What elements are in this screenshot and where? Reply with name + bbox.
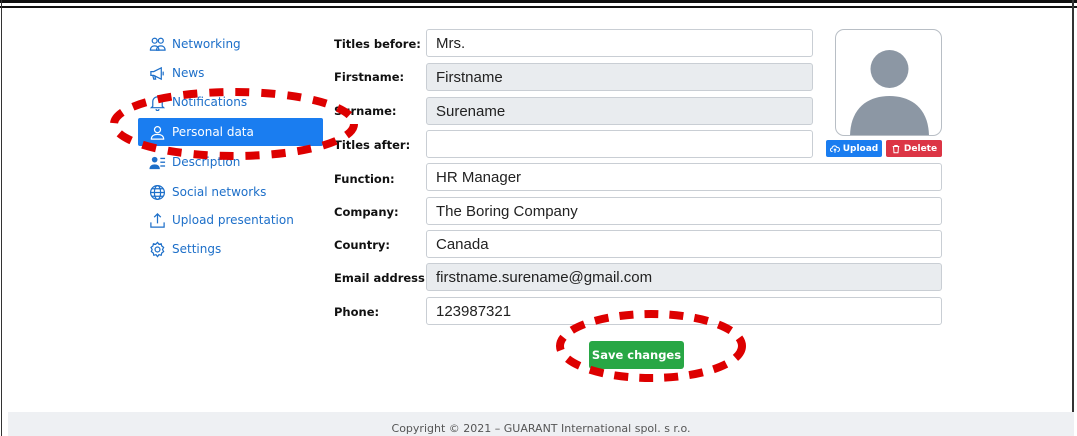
sidebar-item-networking[interactable]: Networking	[148, 31, 241, 57]
company-field[interactable]: The Boring Company	[426, 197, 942, 225]
sidebar-item-label: Description	[172, 155, 241, 169]
sidebar-item-label: Social networks	[172, 185, 267, 199]
sidebar-item-settings[interactable]: Settings	[148, 236, 221, 262]
sidebar-item-notifications[interactable]: Notifications	[148, 89, 247, 115]
top-border-secondary	[0, 6, 1077, 8]
save-changes-button[interactable]: Save changes	[589, 341, 684, 369]
sidebar-item-social-networks[interactable]: Social networks	[148, 179, 266, 205]
footer: Copyright © 2021 – GUARANT International…	[8, 412, 1074, 436]
cloud-upload-icon	[829, 144, 840, 153]
people-icon	[148, 35, 166, 53]
person-icon	[148, 123, 166, 141]
top-border	[0, 0, 1077, 3]
sidebar-item-label: Upload presentation	[172, 213, 294, 227]
sidebar-item-label: Personal data	[172, 125, 254, 139]
sidebar-item-description[interactable]: Description	[148, 149, 240, 175]
upload-label: Upload	[842, 143, 879, 154]
country-label: Country:	[334, 238, 390, 252]
sidebar-item-label: Notifications	[172, 95, 248, 109]
titles-before-label: Titles before:	[334, 37, 421, 51]
function-field[interactable]: HR Manager	[426, 163, 942, 191]
sidebar-item-personal-data[interactable]: Personal data	[138, 118, 323, 146]
surname-label: Surname:	[334, 104, 397, 118]
gear-icon	[148, 240, 166, 258]
delete-photo-button[interactable]: Delete	[886, 140, 942, 157]
upload-icon	[148, 211, 166, 229]
country-field[interactable]: Canada	[426, 230, 942, 258]
email-label: Email address:	[334, 271, 430, 285]
phone-label: Phone:	[334, 305, 380, 319]
sidebar-item-label: Settings	[172, 242, 222, 256]
titles-after-field[interactable]	[426, 130, 813, 158]
copyright-text: Copyright © 2021 – GUARANT International…	[391, 422, 691, 435]
titles-before-field[interactable]: Mrs.	[426, 29, 813, 57]
avatar	[835, 29, 942, 136]
bell-icon	[148, 93, 166, 111]
function-label: Function:	[334, 172, 395, 186]
megaphone-icon	[148, 64, 166, 82]
phone-field[interactable]: 123987321	[426, 297, 942, 325]
globe-icon	[148, 183, 166, 201]
sidebar-item-label: Networking	[172, 37, 241, 51]
trash-icon	[892, 144, 900, 153]
surname-field[interactable]: Surename	[426, 97, 813, 125]
sidebar-item-news[interactable]: News	[148, 60, 204, 86]
firstname-field[interactable]: Firstname	[426, 63, 813, 91]
sidebar-item-upload-presentation[interactable]: Upload presentation	[148, 207, 294, 233]
titles-after-label: Titles after:	[334, 138, 411, 152]
email-field[interactable]: firstname.surename@gmail.com	[426, 263, 942, 291]
sidebar-item-label: News	[172, 66, 205, 80]
person-list-icon	[148, 153, 166, 171]
delete-label: Delete	[903, 143, 938, 154]
upload-photo-button[interactable]: Upload	[826, 140, 882, 157]
person-silhouette-icon	[850, 50, 929, 135]
firstname-label: Firstname:	[334, 70, 405, 84]
company-label: Company:	[334, 205, 399, 219]
